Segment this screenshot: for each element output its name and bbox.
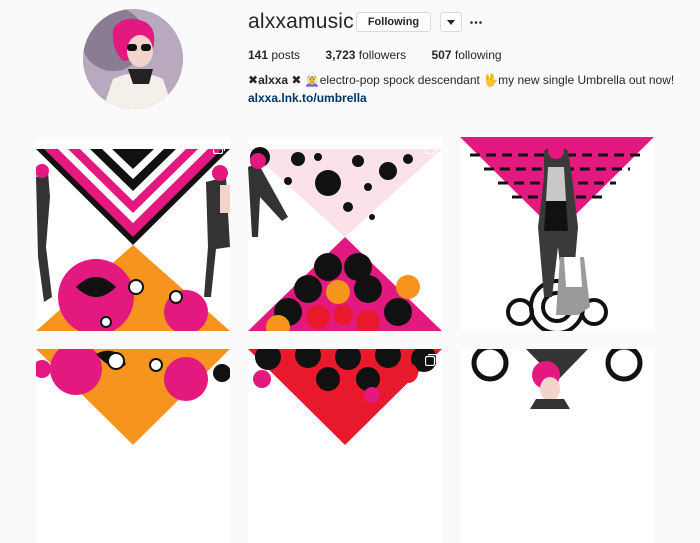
post-image [248, 137, 442, 331]
profile-avatar[interactable] [83, 9, 183, 109]
profile-username: alxxamusic [248, 10, 354, 33]
profile-stats: 141 posts 3,723 followers 507 following [248, 48, 524, 62]
following-stat[interactable]: 507 following [431, 48, 501, 62]
following-count: 507 [431, 48, 452, 62]
post-image [248, 349, 442, 543]
suggestions-dropdown-button[interactable] [440, 12, 462, 32]
carousel-icon [425, 142, 437, 154]
post-tile[interactable] [248, 349, 442, 543]
post-tile[interactable] [460, 349, 654, 543]
post-tile[interactable] [460, 137, 654, 331]
posts-label: posts [271, 48, 301, 62]
post-tile[interactable] [248, 137, 442, 331]
avatar-image [83, 9, 183, 109]
carousel-icon [213, 142, 225, 154]
post-image [36, 349, 230, 543]
post-image [460, 137, 654, 331]
profile-link[interactable]: alxxa.lnk.to/umbrella [248, 91, 367, 105]
post-image [460, 349, 654, 543]
followers-count: 3,723 [325, 48, 356, 62]
ellipsis-icon [470, 20, 482, 24]
following-label: following [454, 48, 502, 62]
posts-count: 141 [248, 48, 269, 62]
bio-prefix: ✖ [248, 73, 259, 87]
post-image [36, 137, 230, 331]
post-tile[interactable] [36, 137, 230, 331]
followers-label: followers [358, 48, 407, 62]
chevron-down-icon [447, 19, 455, 25]
post-tile[interactable] [36, 349, 230, 543]
profile-bio: ✖alxxa ✖ 🧝‍♀️electro-pop spock descendan… [248, 73, 674, 87]
posts-stat: 141 posts [248, 48, 300, 62]
more-options-button[interactable] [467, 12, 485, 32]
bio-text: ✖ 🧝‍♀️electro-pop spock descendant 🖖my n… [288, 73, 675, 87]
following-button[interactable]: Following [356, 12, 431, 32]
carousel-icon [425, 354, 437, 366]
bio-name: alxxa [258, 73, 289, 87]
followers-stat[interactable]: 3,723 followers [325, 48, 406, 62]
